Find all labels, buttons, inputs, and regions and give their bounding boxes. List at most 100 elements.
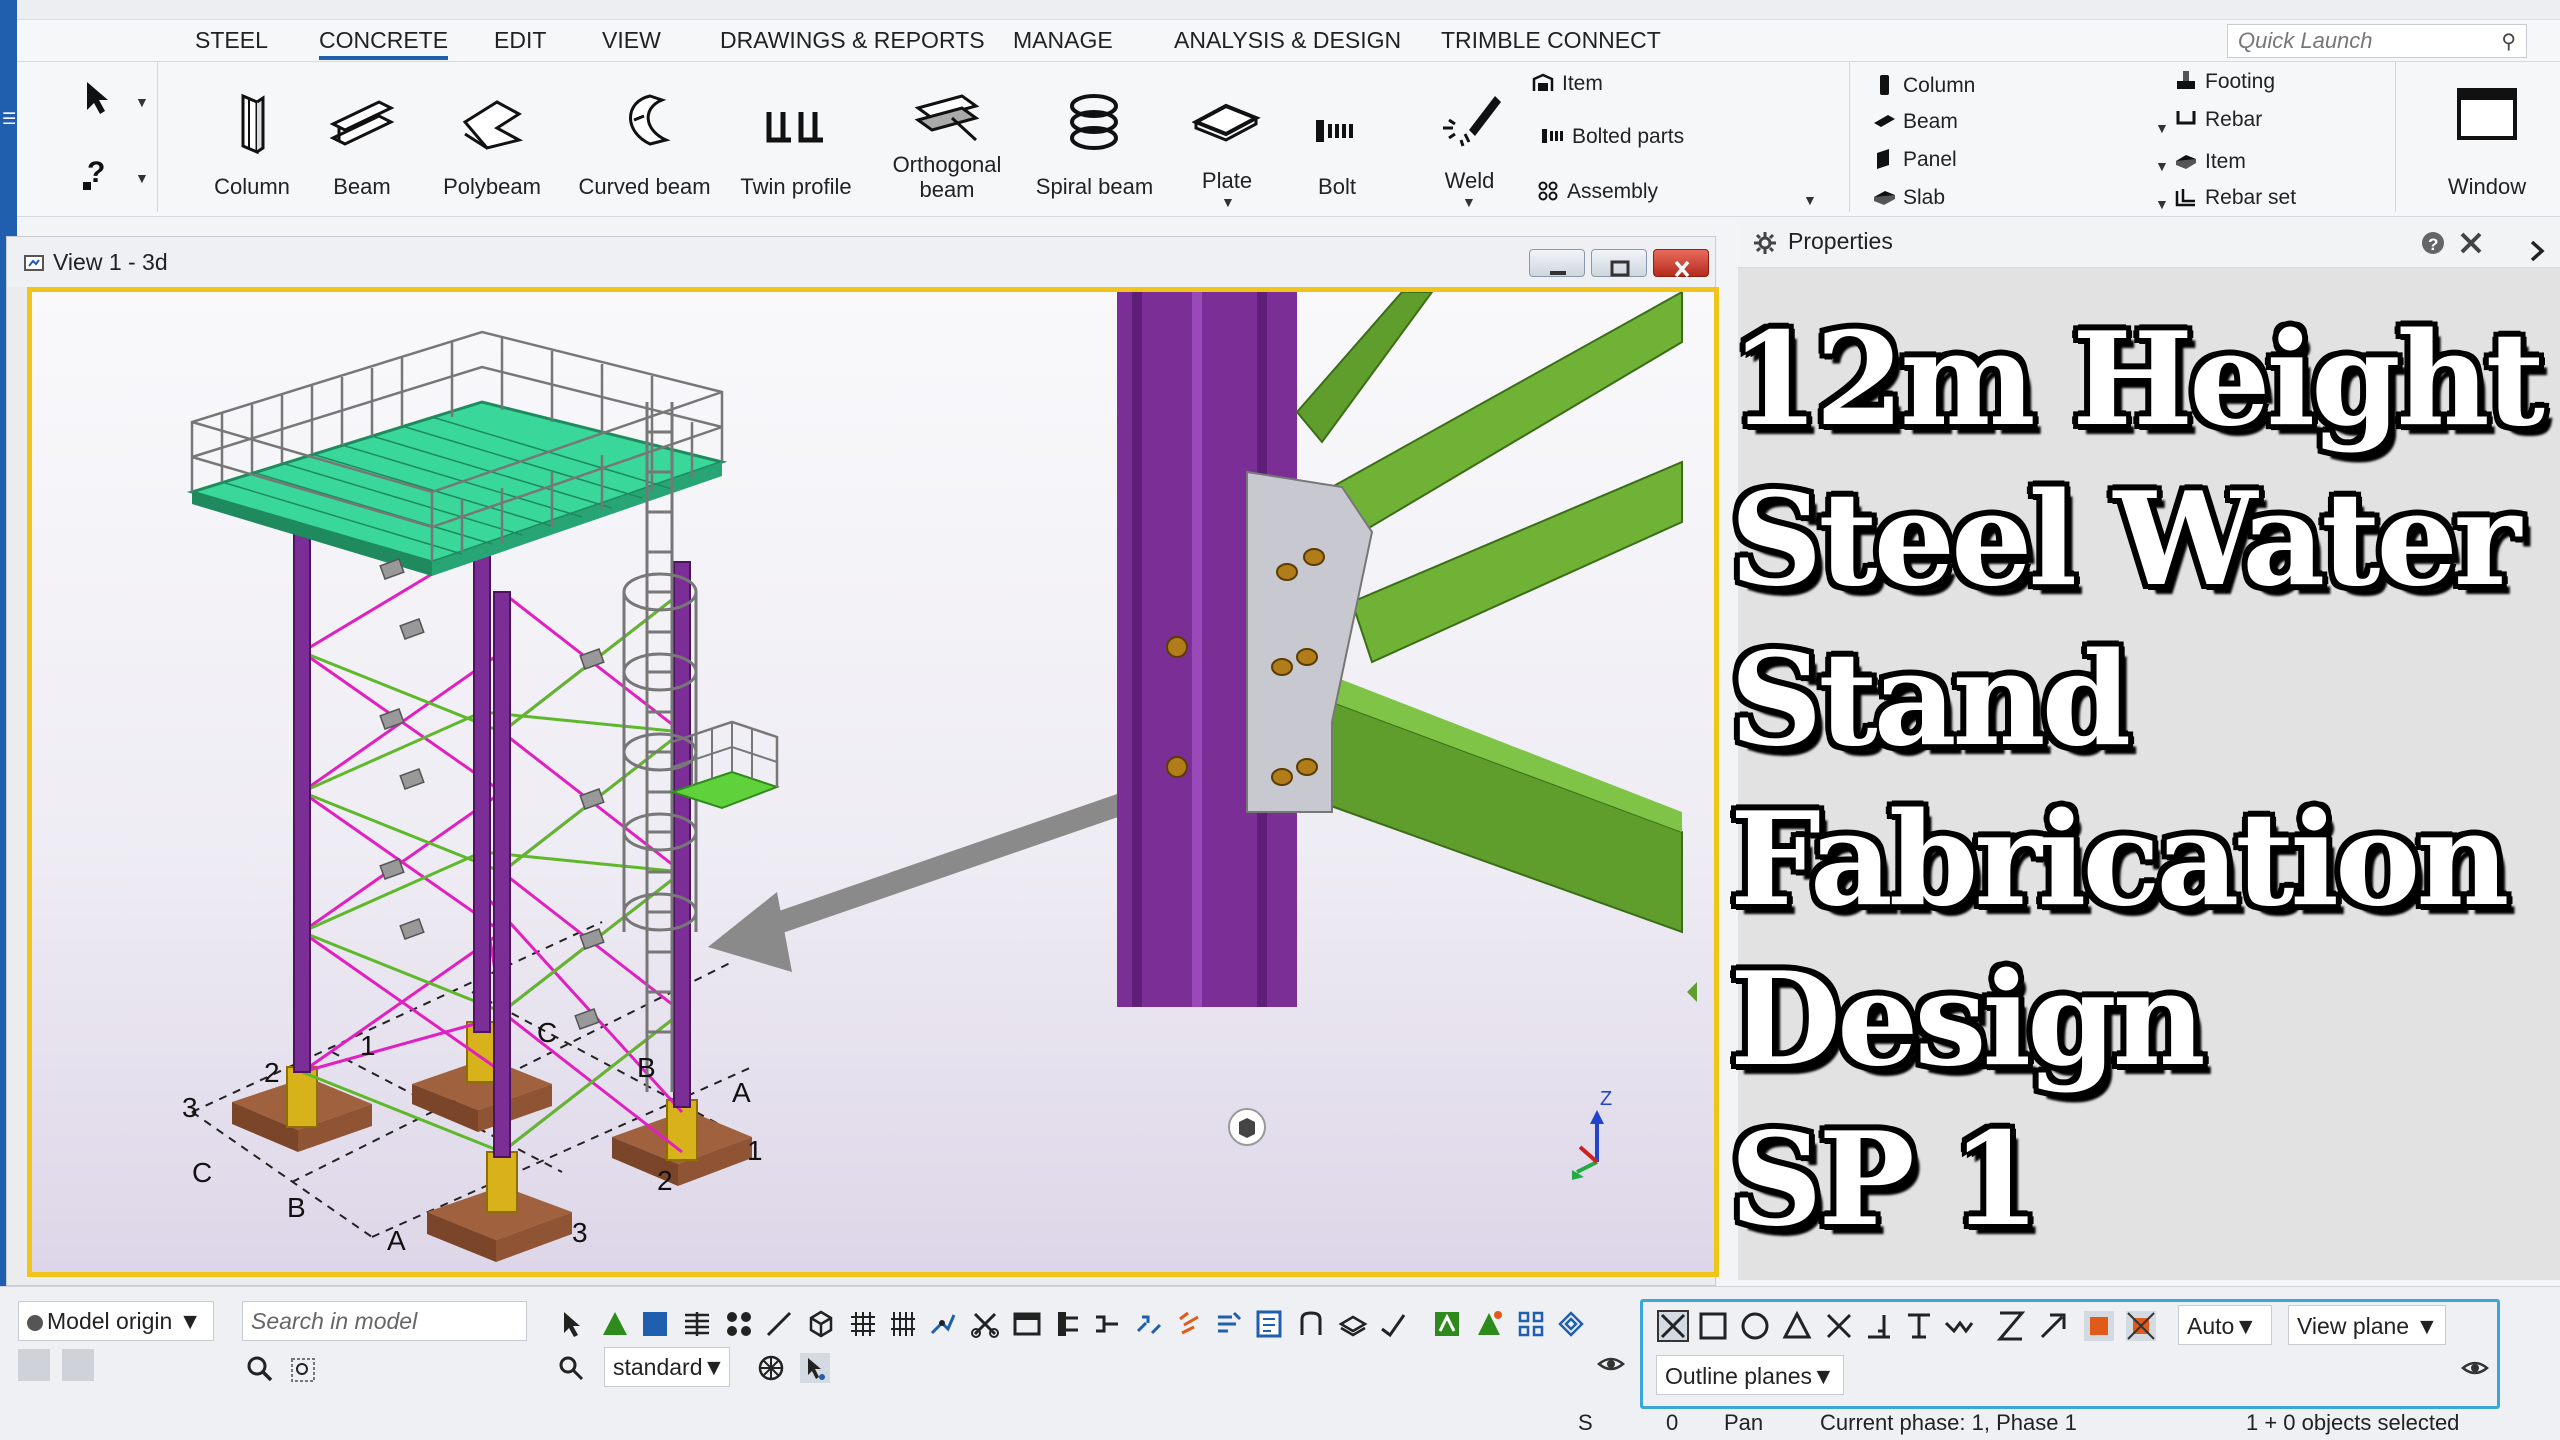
quick-launch-input[interactable]: Quick Launch ⚲ [2227, 24, 2527, 58]
select-reference-icon[interactable] [1432, 1309, 1462, 1339]
select-gridlines-icon[interactable] [888, 1309, 918, 1339]
chevron-right-icon[interactable] [2524, 238, 2550, 264]
select-measure-icon[interactable] [1378, 1309, 1408, 1339]
hamburger-icon[interactable]: ☰ [2, 112, 16, 128]
outline-planes-dropdown[interactable]: Outline planes▼ [1656, 1355, 1844, 1395]
select-grid-icon[interactable] [848, 1309, 878, 1339]
select-drawing-icon[interactable] [1254, 1309, 1284, 1339]
snap-free-icon[interactable] [2036, 1309, 2070, 1343]
slab-button[interactable]: Slab [1873, 186, 1945, 210]
snap-reference-lines-icon[interactable] [1656, 1309, 1690, 1343]
eye-icon[interactable] [2460, 1353, 2490, 1383]
polybeam-button[interactable]: Polybeam [427, 62, 557, 212]
snap-intersection-icon[interactable] [1822, 1309, 1856, 1343]
select-assembly-mode-icon[interactable] [1214, 1309, 1244, 1339]
snap-depth-dropdown[interactable]: Auto▼ [2178, 1305, 2272, 1345]
help-icon[interactable]: ? [2420, 230, 2446, 256]
zoom-select-icon[interactable] [290, 1357, 316, 1383]
search-icon[interactable] [246, 1355, 274, 1383]
snap-any-position-icon[interactable] [1994, 1309, 2028, 1343]
tab-analysis-design[interactable]: ANALYSIS & DESIGN [1174, 26, 1401, 60]
snap-orange-icon[interactable] [2082, 1309, 2116, 1343]
item-button[interactable]: Item [1532, 72, 1603, 96]
column-button[interactable]: Column [192, 62, 312, 212]
snap-line-extension-icon[interactable] [1902, 1309, 1936, 1343]
select-cuts-icon[interactable] [806, 1309, 836, 1339]
bolt-button[interactable]: Bolt [1287, 62, 1387, 212]
panel-toggle-icon[interactable] [62, 1349, 94, 1381]
footing-button[interactable]: Footing [2175, 70, 2275, 94]
chevron-down-icon[interactable]: ▼ [2155, 120, 2169, 136]
select-points-icon[interactable] [928, 1309, 958, 1339]
view-plane-dropdown[interactable]: View plane ▼ [2288, 1305, 2446, 1345]
maximize-button[interactable] [1591, 249, 1647, 277]
plate-button[interactable]: Plate ▼ [1167, 62, 1287, 212]
select-components-icon[interactable] [682, 1309, 712, 1339]
chevron-down-icon[interactable]: ▼ [1462, 194, 1476, 210]
select-welds-icon[interactable] [764, 1309, 794, 1339]
select-all-icon[interactable] [556, 1309, 586, 1339]
chevron-down-icon[interactable]: ▼ [1221, 194, 1235, 210]
select-objects-in-components-icon[interactable] [1134, 1309, 1164, 1339]
model-canvas[interactable]: 1 2 3 C B A C B A 1 2 3 Z [27, 287, 1719, 1277]
rebar-button[interactable]: Rebar [2175, 108, 2262, 132]
concrete-column-button[interactable]: Column [1873, 74, 1975, 98]
beam-button[interactable]: Beam [307, 62, 417, 212]
tab-manage[interactable]: MANAGE [1013, 26, 1113, 60]
snap-geometry-icon[interactable] [1696, 1309, 1730, 1343]
chevron-down-icon[interactable]: ▼ [135, 170, 149, 186]
object-filter-icon[interactable] [556, 1353, 586, 1383]
select-objects-icon[interactable] [640, 1309, 670, 1339]
close-icon[interactable] [2458, 230, 2484, 256]
rebar-set-button[interactable]: Rebar set [2175, 186, 2296, 210]
chevron-down-icon[interactable]: ▼ [2155, 196, 2169, 212]
select-reinforcing-icon[interactable] [970, 1309, 1000, 1339]
tab-view[interactable]: VIEW [602, 26, 661, 60]
orthogonal-beam-button[interactable]: Orthogonal beam [872, 62, 1022, 212]
model-origin-dropdown[interactable]: Model origin ▼ [18, 1301, 214, 1341]
select-loads-icon[interactable] [1556, 1309, 1586, 1339]
window-button[interactable]: Window [2417, 62, 2557, 212]
weld-button[interactable]: Weld ▼ [1407, 62, 1532, 212]
arrow-select-icon[interactable] [77, 78, 117, 118]
rotation-center-icon[interactable] [1228, 1108, 1266, 1146]
snap-midpoint-icon[interactable] [1780, 1309, 1814, 1343]
select-parts-icon[interactable] [600, 1309, 630, 1339]
selection-pointer-icon[interactable] [800, 1353, 830, 1383]
curved-beam-button[interactable]: Curved beam [562, 62, 727, 212]
search-in-model-input[interactable]: Search in model [242, 1301, 527, 1341]
tab-steel[interactable]: STEEL [195, 26, 268, 60]
rebar-item-button[interactable]: Item [2175, 150, 2246, 174]
bolted-parts-button[interactable]: Bolted parts [1542, 125, 1684, 149]
snap-center-icon[interactable] [1738, 1309, 1772, 1343]
selection-filter-dropdown[interactable]: standard▼ [604, 1347, 730, 1387]
select-surface-icon[interactable] [1338, 1309, 1368, 1339]
select-bolts-icon[interactable] [724, 1309, 754, 1339]
select-assembly-icon[interactable] [1092, 1309, 1122, 1339]
chevron-down-icon[interactable]: ▼ [1803, 192, 1817, 208]
filter-grid-icon[interactable] [756, 1353, 786, 1383]
snap-nearest-icon[interactable] [1942, 1309, 1976, 1343]
select-views-icon[interactable] [1012, 1309, 1042, 1339]
snap-perpendicular-icon[interactable] [1862, 1309, 1896, 1343]
eye-icon[interactable] [1596, 1349, 1626, 1379]
help-select-icon[interactable]: ? [77, 154, 117, 194]
assembly-button[interactable]: Assembly [1537, 180, 1658, 204]
chevron-down-icon[interactable]: ▼ [135, 94, 149, 110]
minimize-button[interactable] [1529, 249, 1585, 277]
snap-points-icon[interactable] [2124, 1309, 2158, 1343]
tab-edit[interactable]: EDIT [494, 26, 546, 60]
select-pours-icon[interactable] [1516, 1309, 1546, 1339]
tab-trimble-connect[interactable]: TRIMBLE CONNECT [1441, 26, 1661, 60]
spiral-beam-button[interactable]: Spiral beam [1027, 62, 1162, 212]
tab-concrete[interactable]: CONCRETE [319, 26, 449, 60]
twin-profile-button[interactable]: Twin profile [729, 62, 863, 212]
close-view-button[interactable] [1653, 249, 1709, 278]
select-plane-icon[interactable] [1052, 1309, 1082, 1339]
select-pour-icon[interactable] [1474, 1309, 1504, 1339]
tab-drawings-reports[interactable]: DRAWINGS & REPORTS [720, 26, 985, 60]
water-stand-model-render[interactable]: 1 2 3 C B A C B A 1 2 3 Z [32, 292, 1714, 1272]
panel-button[interactable]: Panel [1873, 148, 1957, 172]
add-icon[interactable] [18, 1349, 50, 1381]
concrete-beam-button[interactable]: Beam [1873, 110, 1958, 134]
